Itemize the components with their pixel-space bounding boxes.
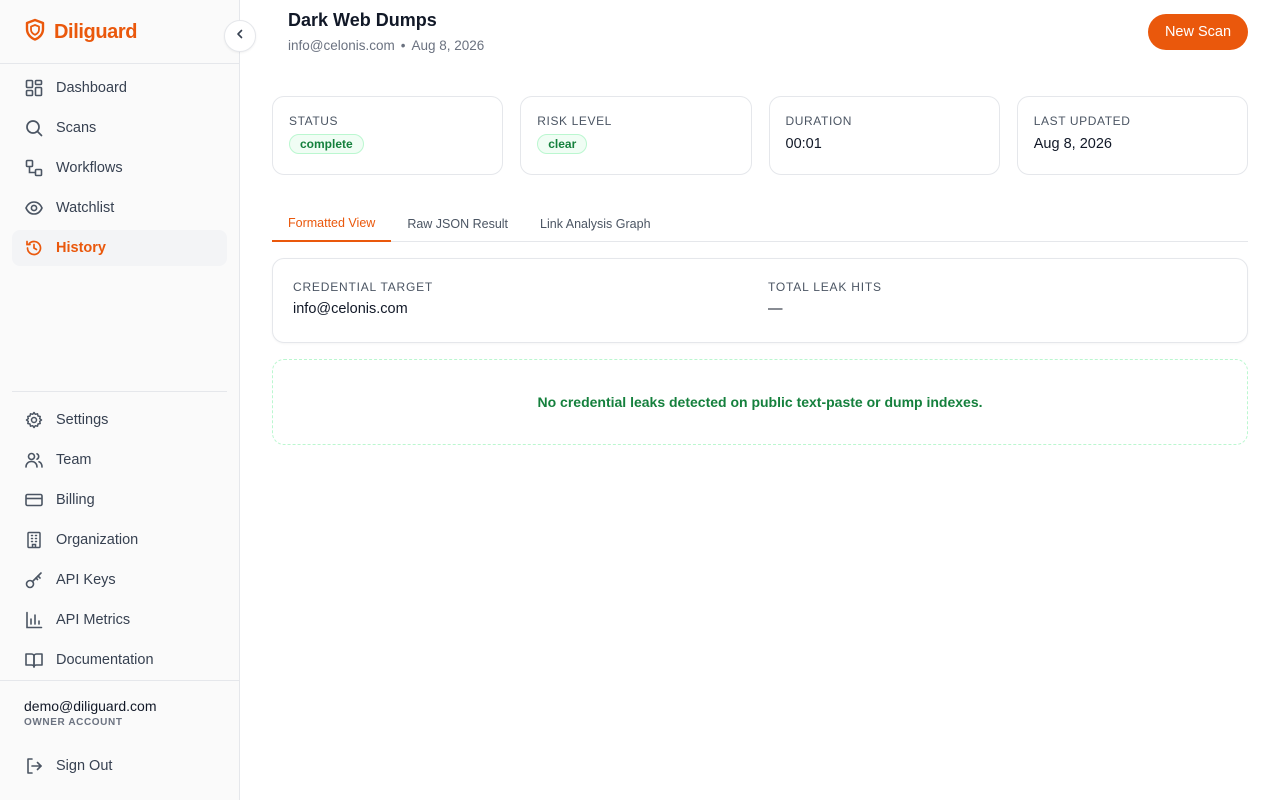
sidebar-item-history[interactable]: History xyxy=(12,230,227,266)
sidebar: Diliguard Dashboard Scans Workflows Watc… xyxy=(0,0,240,800)
risk-level-badge: clear xyxy=(537,134,588,154)
tab-formatted-view[interactable]: Formatted View xyxy=(272,206,392,242)
sidebar-item-workflows[interactable]: Workflows xyxy=(12,150,227,186)
total-leak-hits-label: TOTAL LEAK HITS xyxy=(768,280,882,294)
bar-chart-icon xyxy=(24,610,44,630)
sidebar-item-documentation[interactable]: Documentation xyxy=(12,642,227,678)
credential-target-label: CREDENTIAL TARGET xyxy=(293,280,434,294)
users-icon xyxy=(24,450,44,470)
sidebar-item-label: Organization xyxy=(56,532,139,548)
search-icon xyxy=(24,118,44,138)
sidebar-item-scans[interactable]: Scans xyxy=(12,110,227,146)
secondary-nav: Settings Team Billing Organization API K… xyxy=(12,402,227,682)
credential-target-field: CREDENTIAL TARGET info@celonis.com xyxy=(293,280,433,317)
book-icon xyxy=(24,650,44,670)
risk-level-card: RISK LEVEL clear xyxy=(520,96,752,175)
sidebar-item-label: API Metrics xyxy=(56,612,131,628)
last-updated-value: Aug 8, 2026 xyxy=(1033,136,1112,152)
sidebar-item-label: API Keys xyxy=(56,572,116,588)
sidebar-item-label: Team xyxy=(56,452,92,468)
key-icon xyxy=(24,570,44,590)
sidebar-item-label: Dashboard xyxy=(56,80,127,96)
new-scan-button[interactable]: New Scan xyxy=(1148,14,1248,50)
sidebar-divider xyxy=(0,680,239,681)
sidebar-item-label: History xyxy=(56,240,106,256)
no-leaks-notice: No credential leaks detected on public t… xyxy=(272,359,1248,445)
sidebar-item-label: Billing xyxy=(56,492,95,508)
sidebar-item-watchlist[interactable]: Watchlist xyxy=(12,190,227,226)
no-leaks-message: No credential leaks detected on public t… xyxy=(537,394,983,410)
credential-target-value: info@celonis.com xyxy=(293,301,408,317)
account-info: demo@diliguard.com OWNER ACCOUNT xyxy=(24,698,157,728)
total-leak-hits-value: — xyxy=(768,301,783,317)
total-leak-hits-field: TOTAL LEAK HITS — xyxy=(768,280,882,317)
scan-date: Aug 8, 2026 xyxy=(411,38,485,53)
sidebar-item-label: Workflows xyxy=(56,160,123,176)
chevron-left-icon xyxy=(234,27,246,45)
sidebar-item-billing[interactable]: Billing xyxy=(12,482,227,518)
sidebar-item-settings[interactable]: Settings xyxy=(12,402,227,438)
building-icon xyxy=(24,530,44,550)
page-title: Dark Web Dumps xyxy=(288,10,437,30)
status-badge: complete xyxy=(289,134,364,154)
sign-out-button[interactable]: Sign Out xyxy=(12,748,227,784)
sidebar-collapse-button[interactable] xyxy=(224,20,256,52)
sidebar-item-team[interactable]: Team xyxy=(12,442,227,478)
gear-icon xyxy=(24,410,44,430)
brand-name: Diliguard xyxy=(54,20,138,43)
sidebar-item-organization[interactable]: Organization xyxy=(12,522,227,558)
credit-card-icon xyxy=(24,490,44,510)
sign-out-icon xyxy=(24,756,44,776)
last-updated-card: LAST UPDATED Aug 8, 2026 xyxy=(1016,96,1248,175)
account-email: demo@diliguard.com xyxy=(24,698,157,714)
sidebar-item-api-metrics[interactable]: API Metrics xyxy=(12,602,227,638)
last-updated-label: LAST UPDATED xyxy=(1033,114,1131,128)
tab-raw-json-result[interactable]: Raw JSON Result xyxy=(391,206,524,241)
risk-level-label: RISK LEVEL xyxy=(537,114,612,128)
account-role: OWNER ACCOUNT xyxy=(24,717,123,728)
eye-icon xyxy=(24,198,44,218)
duration-value: 00:01 xyxy=(785,136,822,152)
sidebar-item-label: Scans xyxy=(56,120,97,136)
page-subtitle: info@celonis.com • Aug 8, 2026 xyxy=(288,38,484,53)
sidebar-item-label: Settings xyxy=(56,412,109,428)
sidebar-item-api-keys[interactable]: API Keys xyxy=(12,562,227,598)
sidebar-item-label: Documentation xyxy=(56,652,154,668)
sign-out-label: Sign Out xyxy=(56,758,113,774)
shield-logo-icon xyxy=(24,18,46,47)
sidebar-divider xyxy=(12,391,227,392)
duration-card: DURATION 00:01 xyxy=(768,96,1000,175)
status-label: STATUS xyxy=(289,114,339,128)
result-summary-card: CREDENTIAL TARGET info@celonis.com TOTAL… xyxy=(272,258,1248,343)
dashboard-grid-icon xyxy=(24,78,44,98)
signout-nav: Sign Out xyxy=(12,748,227,788)
brand-logo[interactable]: Diliguard xyxy=(24,18,137,46)
sidebar-item-label: Watchlist xyxy=(56,200,115,216)
history-icon xyxy=(24,238,44,258)
subtitle-separator: • xyxy=(400,38,406,53)
result-tabs: Formatted View Raw JSON Result Link Anal… xyxy=(272,206,1248,242)
status-card: STATUS complete xyxy=(272,96,504,175)
tab-link-analysis-graph[interactable]: Link Analysis Graph xyxy=(524,206,666,241)
sidebar-divider xyxy=(0,63,239,64)
duration-label: DURATION xyxy=(785,114,853,128)
scan-target: info@celonis.com xyxy=(288,38,395,53)
sidebar-item-dashboard[interactable]: Dashboard xyxy=(12,70,227,106)
main-nav: Dashboard Scans Workflows Watchlist Hist… xyxy=(12,70,227,270)
workflow-icon xyxy=(24,158,44,178)
scan-stats: STATUS complete RISK LEVEL clear DURATIO… xyxy=(272,96,1248,175)
